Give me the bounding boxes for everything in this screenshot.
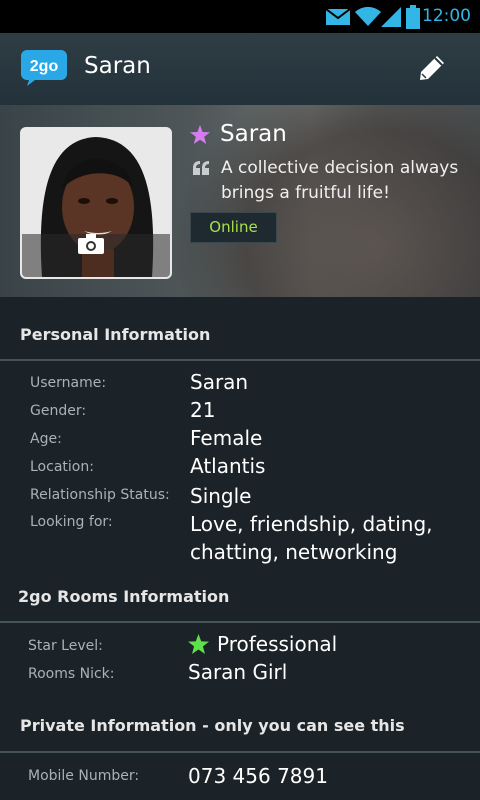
star-icon xyxy=(190,125,210,144)
app-logo-icon[interactable]: 2go xyxy=(21,50,67,86)
page-title: Saran xyxy=(84,53,151,79)
avatar-photo xyxy=(22,129,170,277)
gender-label: Gender: xyxy=(30,403,87,419)
rooms-nick-label: Rooms Nick: xyxy=(28,666,115,682)
gender-value: 21 xyxy=(190,398,216,422)
age-value: Female xyxy=(190,426,263,450)
divider xyxy=(0,621,480,623)
status-bar: 12:00 xyxy=(0,0,480,33)
presence-badge: Online xyxy=(190,212,277,243)
quote-icon xyxy=(193,161,209,175)
username-value: Saran xyxy=(190,370,249,394)
avatar[interactable] xyxy=(20,127,172,279)
logo-text: 2go xyxy=(30,58,59,75)
looking-for-label: Looking for: xyxy=(30,514,113,530)
action-bar: 2go Saran xyxy=(0,33,480,106)
relationship-label: Relationship Status: xyxy=(30,487,170,503)
email-icon xyxy=(325,8,351,25)
section-personal-heading: Personal Information xyxy=(20,325,211,344)
looking-for-value: Love, friendship, dating, chatting, netw… xyxy=(190,512,433,564)
battery-icon xyxy=(406,5,420,29)
star-level-label: Star Level: xyxy=(28,638,103,654)
divider xyxy=(0,359,480,361)
profile-name: Saran xyxy=(220,121,287,147)
mobile-value: 073 456 7891 xyxy=(188,764,328,788)
location-label: Location: xyxy=(30,459,94,475)
star-level-value: Professional xyxy=(217,632,338,656)
green-star-icon xyxy=(188,634,209,654)
age-label: Age: xyxy=(30,431,62,447)
location-value: Atlantis xyxy=(190,454,266,478)
wifi-icon xyxy=(355,6,381,27)
mobile-label: Mobile Number: xyxy=(28,768,140,784)
edit-pencil-icon[interactable] xyxy=(417,53,447,83)
signal-icon xyxy=(381,7,401,27)
section-private-heading: Private Information - only you can see t… xyxy=(20,716,405,735)
relationship-value: Single xyxy=(190,484,252,508)
section-rooms-heading: 2go Rooms Information xyxy=(18,587,230,606)
status-message: A collective decision always brings a fr… xyxy=(221,158,459,203)
camera-icon[interactable] xyxy=(78,234,104,254)
divider xyxy=(0,751,480,753)
clock: 12:00 xyxy=(422,6,471,26)
username-label: Username: xyxy=(30,375,107,391)
rooms-nick-value: Saran Girl xyxy=(188,660,288,684)
